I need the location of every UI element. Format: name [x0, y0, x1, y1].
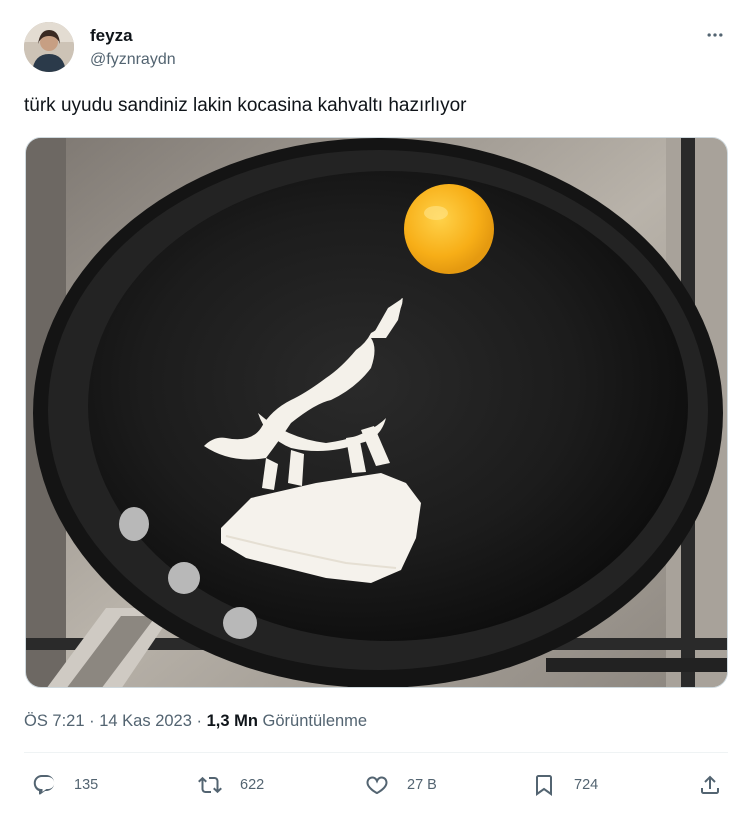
- repost-button[interactable]: 622: [198, 768, 264, 802]
- like-count: 27 B: [407, 777, 437, 793]
- heart-icon: [366, 776, 388, 795]
- user-handle[interactable]: @fyznraydn: [90, 49, 176, 71]
- repost-count: 622: [240, 777, 265, 793]
- share-button[interactable]: [698, 768, 722, 802]
- tweet-date[interactable]: 14 Kas 2023: [99, 712, 192, 730]
- meta-separator: ·: [196, 712, 203, 730]
- tweet-meta: ÖS 7:21 · 14 Kas 2023 · 1,3 Mn Görüntüle…: [24, 709, 367, 733]
- reply-icon: [33, 775, 55, 795]
- more-horizontal-icon: [707, 33, 723, 37]
- tweet-text: türk uyudu sandiniz lakin kocasina kahva…: [24, 95, 467, 116]
- like-button[interactable]: 27 B: [365, 768, 437, 802]
- action-bar: 135 622 27 B 724: [24, 768, 730, 802]
- views-count[interactable]: 1,3 Mn: [207, 712, 258, 730]
- frying-pan-wolf-egg-image: [26, 138, 727, 687]
- meta-separator: ·: [89, 712, 95, 730]
- repost-icon: [198, 776, 222, 794]
- avatar[interactable]: [24, 22, 74, 72]
- tweet-photo[interactable]: [25, 137, 728, 688]
- views-label: Görüntülenme: [262, 712, 368, 730]
- display-name[interactable]: feyza: [90, 26, 176, 46]
- more-options-button[interactable]: [702, 22, 728, 48]
- avatar-image: [24, 22, 74, 72]
- divider: [24, 752, 728, 753]
- tweet-header: feyza @fyznraydn: [24, 22, 730, 76]
- share-icon: [701, 775, 719, 794]
- bookmark-count: 724: [574, 777, 599, 793]
- reply-button[interactable]: 135: [32, 768, 98, 802]
- tweet-time[interactable]: ÖS 7:21: [24, 712, 85, 730]
- bookmark-button[interactable]: 724: [532, 768, 598, 802]
- reply-count: 135: [74, 777, 99, 793]
- bookmark-icon: [536, 775, 552, 796]
